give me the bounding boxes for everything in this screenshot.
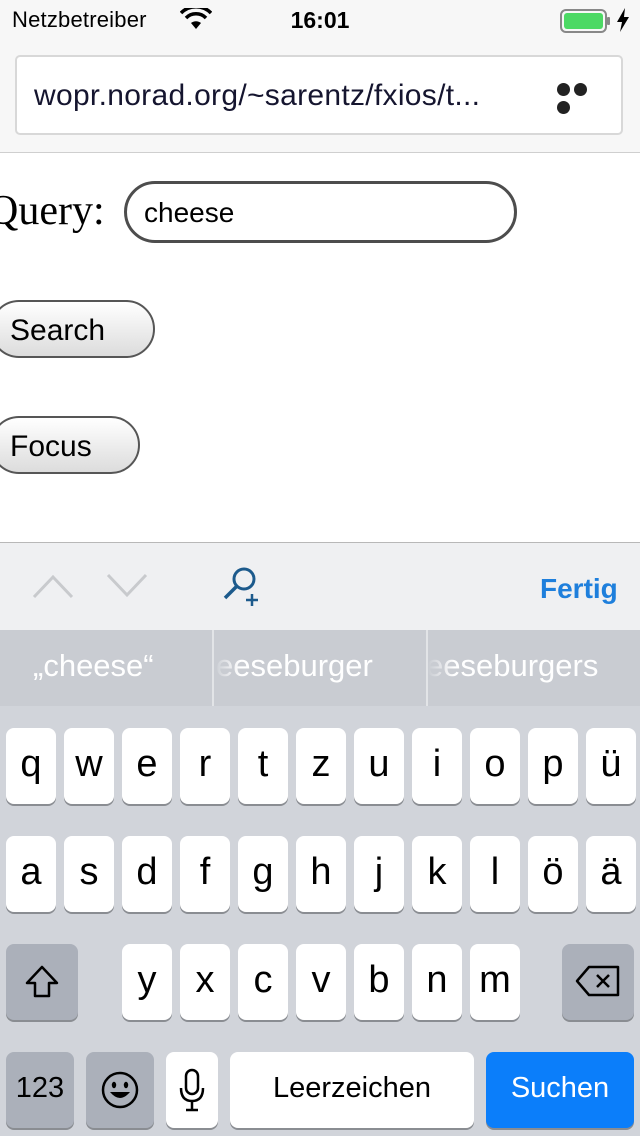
key-b[interactable]: b <box>354 944 404 1020</box>
done-button[interactable]: Fertig <box>540 573 618 605</box>
query-input-value: cheese <box>144 197 235 228</box>
emoji-key[interactable] <box>86 1052 154 1128</box>
web-page: Query: cheese Search Focus <box>0 153 640 542</box>
predictive-text-bar: „cheese“ eeseburger eeseburgers <box>0 630 640 706</box>
microphone-icon <box>179 1068 205 1112</box>
chevron-up-icon[interactable] <box>32 573 74 599</box>
prediction-item[interactable]: „cheese“ <box>0 630 212 706</box>
shift-key[interactable] <box>6 944 78 1020</box>
key-p[interactable]: p <box>528 728 578 804</box>
key-l[interactable]: l <box>470 836 520 912</box>
key-a[interactable]: a <box>6 836 56 912</box>
key-a-umlaut[interactable]: ä <box>586 836 636 912</box>
keyboard-accessory-bar: Fertig <box>0 542 640 631</box>
key-k[interactable]: k <box>412 836 462 912</box>
search-button-label: Search <box>10 314 106 347</box>
key-y[interactable]: y <box>122 944 172 1020</box>
key-v[interactable]: v <box>296 944 346 1020</box>
key-u[interactable]: u <box>354 728 404 804</box>
focus-button[interactable]: Focus <box>0 416 140 474</box>
status-bar: Netzbetreiber 16:01 <box>0 0 640 40</box>
microphone-key[interactable] <box>166 1052 218 1128</box>
prediction-label: „cheese“ <box>33 648 154 683</box>
key-w[interactable]: w <box>64 728 114 804</box>
charging-bolt-icon <box>617 8 629 32</box>
space-key[interactable]: Leerzeichen <box>230 1052 474 1128</box>
key-j[interactable]: j <box>354 836 404 912</box>
key-z[interactable]: z <box>296 728 346 804</box>
emoji-icon <box>101 1071 139 1109</box>
key-g[interactable]: g <box>238 836 288 912</box>
shift-icon <box>25 965 59 998</box>
search-button[interactable]: Search <box>0 300 155 358</box>
numbers-key[interactable]: 123 <box>6 1052 74 1128</box>
key-o[interactable]: o <box>470 728 520 804</box>
status-time: 16:01 <box>290 7 350 33</box>
key-c[interactable]: c <box>238 944 288 1020</box>
url-field[interactable]: wopr.norad.org/~sarentz/fxios/t... <box>15 55 623 135</box>
key-t[interactable]: t <box>238 728 288 804</box>
key-i[interactable]: i <box>412 728 462 804</box>
chevron-down-icon[interactable] <box>106 573 148 599</box>
key-r[interactable]: r <box>180 728 230 804</box>
key-u-umlaut[interactable]: ü <box>586 728 636 804</box>
search-return-key[interactable]: Suchen <box>486 1052 634 1128</box>
key-q[interactable]: q <box>6 728 56 804</box>
url-text: wopr.norad.org/~sarentz/fxios/t... <box>34 79 481 112</box>
browser-toolbar: wopr.norad.org/~sarentz/fxios/t... <box>0 40 640 153</box>
query-label: Query: <box>0 188 105 234</box>
key-x[interactable]: x <box>180 944 230 1020</box>
more-dots-icon[interactable] <box>557 83 607 114</box>
prediction-item[interactable]: eeseburgers <box>428 630 640 706</box>
key-n[interactable]: n <box>412 944 462 1020</box>
key-h[interactable]: h <box>296 836 346 912</box>
keyboard: q w e r t z u i o p ü a s d f g h j k l … <box>0 706 640 1136</box>
focus-button-label: Focus <box>10 430 92 463</box>
key-f[interactable]: f <box>180 836 230 912</box>
find-in-page-icon[interactable] <box>222 565 264 607</box>
key-s[interactable]: s <box>64 836 114 912</box>
backspace-icon <box>575 965 620 997</box>
query-input[interactable]: cheese <box>124 181 517 243</box>
key-m[interactable]: m <box>470 944 520 1020</box>
delete-key[interactable] <box>562 944 634 1020</box>
key-d[interactable]: d <box>122 836 172 912</box>
prediction-item[interactable]: eeseburger <box>214 630 426 706</box>
key-o-umlaut[interactable]: ö <box>528 836 578 912</box>
battery-icon <box>560 9 610 33</box>
key-e[interactable]: e <box>122 728 172 804</box>
